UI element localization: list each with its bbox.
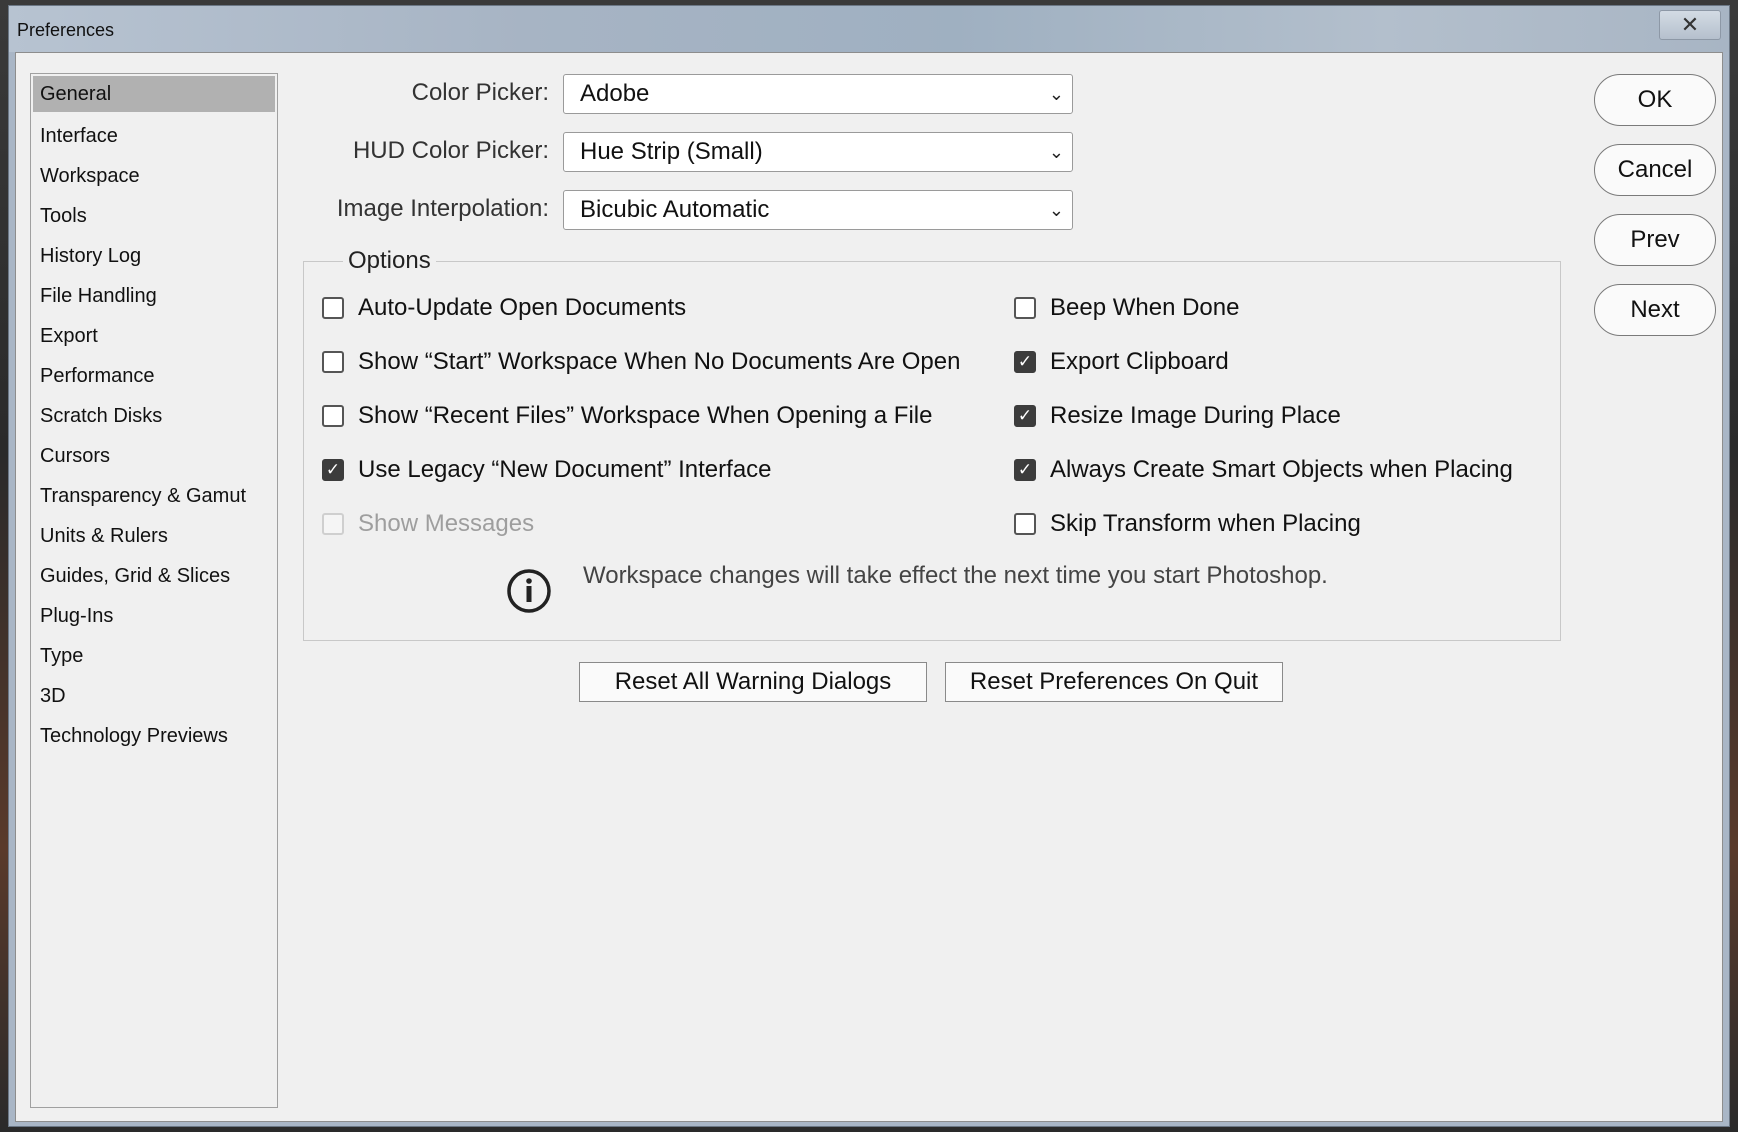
chevron-down-icon: ⌄ — [1048, 200, 1064, 220]
checkbox-label: Skip Transform when Placing — [1050, 510, 1361, 537]
sidebar-item-scratch-disks[interactable]: Scratch Disks — [31, 396, 277, 436]
checkbox-label: Always Create Smart Objects when Placing — [1050, 456, 1513, 483]
always-create-smart-objects-checkbox[interactable]: ✓ Always Create Smart Objects when Placi… — [1014, 456, 1513, 484]
hud-color-picker-select[interactable]: Hue Strip (Small) ⌄ — [563, 132, 1073, 172]
workspace-changes-info-text: Workspace changes will take effect the n… — [583, 562, 1328, 589]
sidebar-item-general[interactable]: General — [33, 76, 275, 112]
color-picker-label: Color Picker: — [411, 79, 549, 106]
checkbox-box — [322, 405, 344, 427]
checkbox-label: Export Clipboard — [1050, 348, 1229, 375]
sidebar-item-tools[interactable]: Tools — [31, 196, 277, 236]
sidebar-item-history-log[interactable]: History Log — [31, 236, 277, 276]
checkbox-label: Beep When Done — [1050, 294, 1240, 321]
sidebar-item-plug-ins[interactable]: Plug-Ins — [31, 596, 277, 636]
sidebar-item-type[interactable]: Type — [31, 636, 277, 676]
image-interpolation-select[interactable]: Bicubic Automatic ⌄ — [563, 190, 1073, 230]
checkbox-label: Show “Recent Files” Workspace When Openi… — [358, 402, 933, 429]
info-icon — [507, 569, 551, 613]
auto-update-open-documents-checkbox[interactable]: Auto-Update Open Documents — [322, 294, 686, 322]
beep-when-done-checkbox[interactable]: Beep When Done — [1014, 294, 1239, 322]
cancel-button[interactable]: Cancel — [1594, 144, 1716, 196]
chevron-down-icon: ⌄ — [1048, 142, 1064, 162]
checkbox-label: Show “Start” Workspace When No Documents… — [358, 348, 961, 375]
sidebar-item-3d[interactable]: 3D — [31, 676, 277, 716]
sidebar-item-cursors[interactable]: Cursors — [31, 436, 277, 476]
prev-button[interactable]: Prev — [1594, 214, 1716, 266]
hud-color-picker-value: Hue Strip (Small) — [580, 138, 763, 165]
next-button[interactable]: Next — [1594, 284, 1716, 336]
checkbox-label: Use Legacy “New Document” Interface — [358, 456, 772, 483]
options-legend: Options — [343, 247, 436, 275]
checkbox-label: Resize Image During Place — [1050, 402, 1341, 429]
show-recent-files-workspace-checkbox[interactable]: Show “Recent Files” Workspace When Openi… — [322, 402, 932, 430]
checkbox-box — [1014, 297, 1036, 319]
show-messages-checkbox: Show Messages — [322, 510, 534, 538]
preferences-category-list: General Interface Workspace Tools Histor… — [30, 73, 278, 1108]
checkbox-box — [322, 297, 344, 319]
image-interpolation-value: Bicubic Automatic — [580, 196, 770, 223]
checkbox-box — [322, 513, 344, 535]
checkmark-icon: ✓ — [1014, 459, 1036, 481]
color-picker-value: Adobe — [580, 80, 650, 107]
checkmark-icon: ✓ — [1014, 405, 1036, 427]
export-clipboard-checkbox[interactable]: ✓ Export Clipboard — [1014, 348, 1229, 376]
hud-color-picker-label: HUD Color Picker: — [352, 137, 549, 164]
sidebar-item-performance[interactable]: Performance — [31, 356, 277, 396]
ok-button[interactable]: OK — [1594, 74, 1716, 126]
sidebar-item-technology-previews[interactable]: Technology Previews — [31, 716, 277, 756]
sidebar-item-units-rulers[interactable]: Units & Rulers — [31, 516, 277, 556]
checkmark-icon: ✓ — [1014, 351, 1036, 373]
title-bar[interactable]: Preferences ✕ — [9, 6, 1729, 52]
show-start-workspace-checkbox[interactable]: Show “Start” Workspace When No Documents… — [322, 348, 960, 376]
sidebar-item-transparency-gamut[interactable]: Transparency & Gamut — [31, 476, 277, 516]
checkbox-label: Auto-Update Open Documents — [358, 294, 687, 321]
reset-preferences-on-quit-button[interactable]: Reset Preferences On Quit — [945, 662, 1283, 702]
skip-transform-when-placing-checkbox[interactable]: Skip Transform when Placing — [1014, 510, 1361, 538]
use-legacy-new-document-checkbox[interactable]: ✓ Use Legacy “New Document” Interface — [322, 456, 772, 484]
checkbox-box — [322, 351, 344, 373]
checkbox-box — [1014, 513, 1036, 535]
color-picker-select[interactable]: Adobe ⌄ — [563, 74, 1073, 114]
chevron-down-icon: ⌄ — [1048, 84, 1064, 104]
sidebar-item-workspace[interactable]: Workspace — [31, 156, 277, 196]
checkmark-icon: ✓ — [322, 459, 344, 481]
resize-image-during-place-checkbox[interactable]: ✓ Resize Image During Place — [1014, 402, 1341, 430]
window-title: Preferences — [17, 20, 115, 40]
close-icon: ✕ — [1680, 12, 1700, 37]
sidebar-item-file-handling[interactable]: File Handling — [31, 276, 277, 316]
image-interpolation-label: Image Interpolation: — [336, 195, 549, 222]
sidebar-item-interface[interactable]: Interface — [31, 116, 277, 156]
close-button[interactable]: ✕ — [1659, 10, 1721, 40]
checkbox-label: Show Messages — [358, 510, 535, 537]
reset-all-warning-dialogs-button[interactable]: Reset All Warning Dialogs — [579, 662, 927, 702]
sidebar-item-export[interactable]: Export — [31, 316, 277, 356]
sidebar-item-guides-grid-slices[interactable]: Guides, Grid & Slices — [31, 556, 277, 596]
